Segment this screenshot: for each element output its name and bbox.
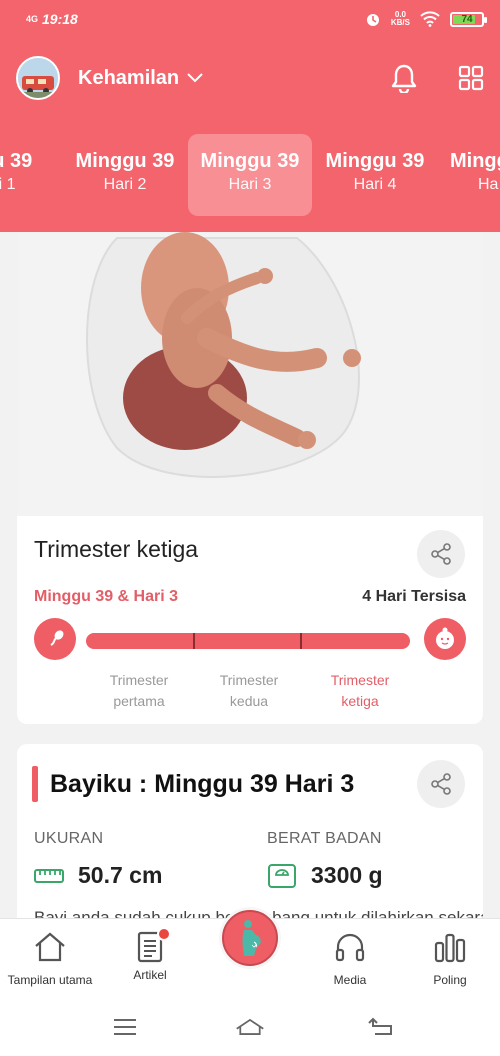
share-button[interactable]	[417, 530, 465, 578]
nav-poll[interactable]: Poling	[400, 931, 500, 987]
pregnant-woman-icon	[242, 920, 261, 956]
clock: 19:18	[42, 11, 78, 27]
progress-bar	[86, 633, 410, 649]
chevron-down-icon	[187, 73, 203, 83]
battery-level: 74	[461, 13, 473, 25]
bell-icon[interactable]	[390, 63, 418, 93]
app-title: Kehamilan	[78, 66, 180, 89]
nav-media[interactable]: Media	[300, 931, 400, 987]
fetus-illustration	[17, 232, 483, 516]
weight-stat: BERAT BADAN 3300 g	[267, 830, 383, 889]
system-navigation-bar	[0, 998, 500, 1056]
size-label: UKURAN	[34, 830, 104, 847]
size-value: 50.7 cm	[78, 862, 163, 888]
ruler-icon	[34, 868, 64, 883]
grid-menu-icon[interactable]	[458, 65, 484, 91]
nav-label: Tampilan utama	[7, 973, 93, 987]
day-tab[interactable]: Mingg Ha	[438, 134, 500, 216]
headphones-icon	[335, 933, 365, 962]
network-speed: 0.0 KB/S	[390, 10, 410, 27]
nav-articles[interactable]: Artikel	[100, 927, 200, 982]
nav-label: Media	[333, 973, 367, 987]
title-bar: Kehamilan	[0, 50, 500, 106]
day-tab-selected[interactable]: Minggu 39 Hari 3	[188, 134, 312, 216]
current-day: Minggu 39 & Hari 3	[34, 588, 179, 605]
trimester-label: Trimester kedua	[219, 672, 279, 709]
back-arrow-icon	[368, 1017, 392, 1035]
week-day-selector[interactable]: ggu 39 ari 1 Minggu 39 Hari 2 Minggu 39 …	[0, 132, 500, 216]
day-tab[interactable]: ggu 39 ari 1	[0, 134, 62, 216]
bottom-navigation: Tampilan utama Artikel Media Poling	[0, 907, 500, 998]
trimester-tick	[299, 633, 302, 649]
baby-card-header: Bayiku : Minggu 39 Hari 3	[32, 766, 354, 802]
share-button[interactable]	[417, 760, 465, 808]
screen: 4G 19:18 0.0 KB/S 74 Kehamilan 39 i 1 Mi…	[0, 0, 500, 1056]
home-icon	[35, 932, 65, 962]
day-tab[interactable]: Minggu 39 Hari 4	[313, 134, 437, 216]
menu-lines-icon	[114, 1019, 136, 1035]
notification-badge	[157, 927, 171, 941]
alarm-icon	[366, 14, 379, 26]
avatar[interactable]	[16, 56, 60, 100]
recents-button[interactable]	[110, 1014, 140, 1040]
pregnancy-selector[interactable]: Kehamilan	[78, 67, 203, 90]
baby-card-title: Bayiku : Minggu 39 Hari 3	[50, 769, 355, 798]
pregnancy-progress	[34, 618, 466, 660]
back-button[interactable]	[366, 1014, 396, 1040]
network-indicator: 4G	[26, 13, 39, 24]
baby-card: Bayiku : Minggu 39 Hari 3 UKURAN 50.7 cm…	[17, 744, 483, 920]
trimester-title: Trimester ketiga	[34, 536, 199, 562]
wifi-icon	[420, 11, 440, 27]
app-header: 4G 19:18 0.0 KB/S 74 Kehamilan 39 i 1 Mi…	[0, 0, 500, 232]
battery-icon: 74	[450, 11, 487, 27]
nav-home[interactable]: Tampilan utama	[0, 931, 100, 987]
home-button[interactable]	[235, 1014, 265, 1040]
day-tab[interactable]: Minggu 39 Hari 2	[63, 134, 187, 216]
trimester-tick	[192, 633, 195, 649]
baby-face-icon	[424, 618, 466, 660]
bar-chart-icon	[434, 933, 466, 963]
size-stat: UKURAN 50.7 cm	[34, 830, 162, 889]
weight-value: 3300 g	[311, 862, 383, 888]
nav-label: Artikel	[133, 968, 167, 982]
scale-icon	[268, 863, 296, 888]
trimester-label-current: Trimester ketiga	[330, 672, 390, 709]
days-remaining: 4 Hari Tersisa	[362, 588, 466, 605]
sperm-icon	[34, 618, 76, 660]
pregnancy-center-button[interactable]	[219, 907, 281, 969]
progress-info: Minggu 39 & Hari 3 4 Hari Tersisa	[34, 588, 466, 606]
home-outline-icon	[236, 1018, 264, 1035]
scroll-content[interactable]: Trimester ketiga Minggu 39 & Hari 3 4 Ha…	[0, 232, 500, 920]
trimester-labels: Trimester pertama Trimester kedua Trimes…	[34, 670, 466, 714]
share-icon	[431, 543, 451, 565]
accent-bar	[32, 766, 38, 802]
status-bar: 4G 19:18 0.0 KB/S 74	[0, 0, 500, 38]
weight-label: BERAT BADAN	[267, 830, 382, 847]
nav-label: Poling	[433, 973, 467, 987]
trimester-card: Trimester ketiga Minggu 39 & Hari 3 4 Ha…	[17, 232, 483, 724]
trimester-label: Trimester pertama	[109, 672, 169, 709]
share-icon	[431, 773, 451, 795]
